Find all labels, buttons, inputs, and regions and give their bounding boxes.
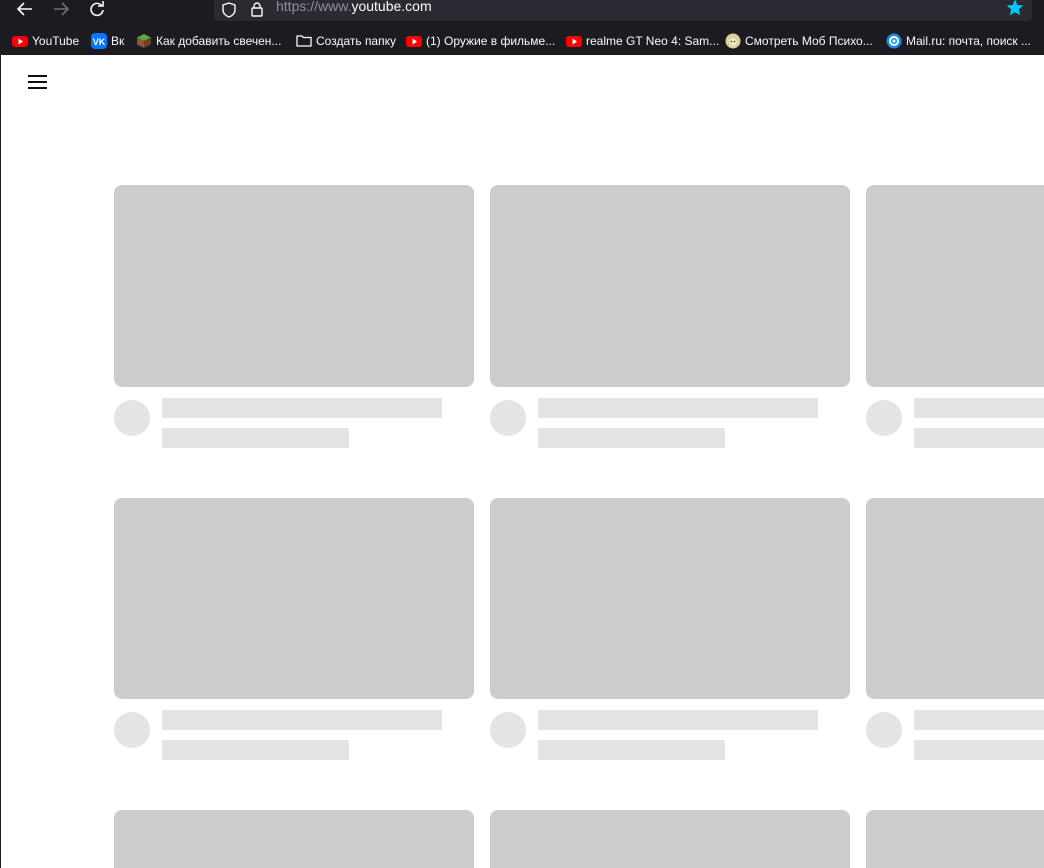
anime-avatar-icon bbox=[725, 33, 741, 49]
browser-chrome: https://www.youtube.com YouTube VK Вк Ка… bbox=[0, 0, 1044, 55]
video-title-placeholder bbox=[538, 710, 818, 730]
video-meta-placeholder bbox=[162, 428, 349, 448]
youtube-icon bbox=[566, 33, 582, 49]
lock-icon[interactable] bbox=[251, 2, 263, 17]
video-meta-placeholder bbox=[538, 740, 725, 760]
bookmark-label: Как добавить свечен... bbox=[156, 33, 282, 48]
arrow-right-icon bbox=[54, 1, 69, 16]
channel-avatar-placeholder bbox=[866, 400, 902, 436]
minecraft-block-icon bbox=[136, 33, 152, 49]
url-domain: youtube.com bbox=[351, 0, 432, 14]
channel-avatar-placeholder bbox=[490, 400, 526, 436]
video-thumbnail-placeholder bbox=[490, 498, 850, 699]
bookmark-label: Mail.ru: почта, поиск ... bbox=[906, 33, 1031, 48]
youtube-page bbox=[0, 55, 1044, 868]
shield-icon[interactable] bbox=[222, 2, 236, 18]
video-thumbnail-placeholder bbox=[866, 185, 1044, 387]
bookmark-youtube[interactable]: YouTube bbox=[12, 32, 79, 49]
youtube-icon bbox=[406, 33, 422, 49]
bookmark-label: Создать папку bbox=[316, 33, 396, 48]
video-title-placeholder bbox=[914, 710, 1044, 730]
bookmark-mailru[interactable]: Mail.ru: почта, поиск ... bbox=[886, 32, 1031, 49]
mailru-icon bbox=[886, 33, 902, 49]
browser-toolbar: https://www.youtube.com bbox=[0, 0, 1044, 24]
bookmark-label: realme GT Neo 4: Sam... bbox=[586, 33, 720, 48]
url-bar[interactable]: https://www.youtube.com bbox=[214, 0, 1032, 21]
video-title-placeholder bbox=[538, 398, 818, 418]
video-thumbnail-placeholder bbox=[114, 185, 474, 387]
video-thumbnail-placeholder bbox=[490, 810, 850, 868]
bookmark-label: (1) Оружие в фильме... bbox=[426, 33, 556, 48]
bookmark-label: Вк bbox=[111, 33, 125, 48]
video-meta-placeholder bbox=[162, 740, 349, 760]
video-title-placeholder bbox=[914, 398, 1044, 418]
bookmark-weapons-video[interactable]: (1) Оружие в фильме... bbox=[406, 32, 555, 49]
back-button[interactable] bbox=[13, 0, 37, 17]
bookmark-vk[interactable]: VK Вк bbox=[91, 32, 124, 49]
video-title-placeholder bbox=[162, 398, 442, 418]
folder-icon bbox=[296, 33, 312, 49]
url-text[interactable]: https://www.youtube.com bbox=[276, 0, 432, 14]
reload-icon bbox=[90, 0, 104, 16]
youtube-icon bbox=[12, 33, 28, 49]
bookmark-star-icon[interactable] bbox=[1006, 0, 1024, 16]
video-title-placeholder bbox=[162, 710, 442, 730]
video-thumbnail-placeholder bbox=[490, 185, 850, 387]
video-thumbnail-placeholder bbox=[866, 498, 1044, 699]
video-meta-placeholder bbox=[914, 740, 1044, 760]
channel-avatar-placeholder bbox=[866, 712, 902, 748]
video-thumbnail-placeholder bbox=[866, 810, 1044, 868]
forward-button[interactable] bbox=[49, 0, 73, 17]
channel-avatar-placeholder bbox=[114, 400, 150, 436]
video-thumbnail-placeholder bbox=[114, 810, 474, 868]
bookmark-minecraft[interactable]: Как добавить свечен... bbox=[136, 32, 281, 49]
channel-avatar-placeholder bbox=[490, 712, 526, 748]
video-thumbnail-placeholder bbox=[114, 498, 474, 699]
channel-avatar-placeholder bbox=[114, 712, 150, 748]
bookmark-realme-video[interactable]: realme GT Neo 4: Sam... bbox=[566, 32, 719, 49]
bookmark-create-folder[interactable]: Создать папку bbox=[296, 32, 396, 49]
vk-icon: VK bbox=[91, 32, 107, 49]
arrow-left-icon bbox=[17, 1, 32, 16]
video-meta-placeholder bbox=[914, 428, 1044, 448]
reload-button[interactable] bbox=[85, 0, 109, 17]
bookmark-label: Смотреть Моб Психо... bbox=[745, 33, 873, 48]
url-prefix: https://www. bbox=[276, 0, 352, 14]
bookmark-label: YouTube bbox=[32, 33, 80, 48]
video-meta-placeholder bbox=[538, 428, 725, 448]
svg-text:VK: VK bbox=[93, 37, 106, 47]
bookmark-mob-psycho[interactable]: Смотреть Моб Психо... bbox=[725, 32, 873, 49]
hamburger-menu-icon[interactable] bbox=[28, 75, 48, 91]
bookmarks-toolbar: YouTube VK Вк Как добавить свечен... Соз… bbox=[0, 27, 1044, 55]
